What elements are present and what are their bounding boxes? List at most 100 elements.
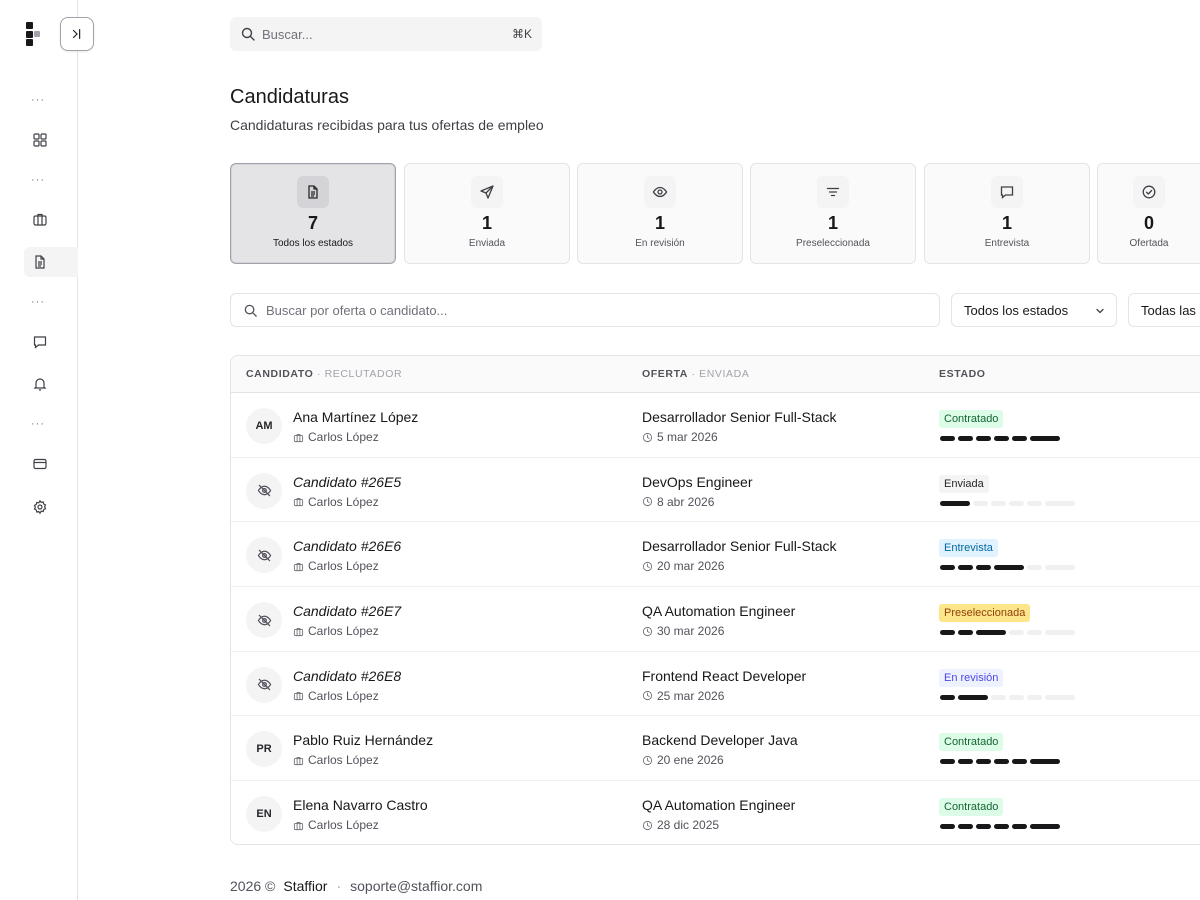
table-row[interactable]: EN Elena Navarro Castro Carlos López QA Aut… [231, 781, 1200, 844]
sidebar-item-messages[interactable] [24, 327, 78, 357]
chevron-down-icon [1096, 308, 1104, 314]
recruiter: Carlos López [293, 495, 379, 509]
clock-icon [642, 691, 653, 701]
stat-card-sent[interactable]: 1 Enviada [404, 163, 570, 264]
status-progress [940, 500, 1075, 506]
candidate-name[interactable]: Candidato #26E7 [293, 603, 401, 619]
progress-segment [940, 694, 955, 700]
gear-icon [33, 499, 47, 515]
progress-segment [1030, 824, 1060, 830]
status-badge: Preseleccionada [939, 604, 1031, 623]
progress-segment [1009, 694, 1024, 700]
column-header-candidate[interactable]: CANDIDATO · RECLUTADOR [246, 368, 402, 380]
progress-segment [976, 824, 991, 830]
sidebar-section-dots: ··· [31, 94, 45, 106]
offer-title[interactable]: Frontend React Developer [642, 668, 806, 684]
sidebar-item-jobs[interactable] [24, 204, 78, 234]
sidebar-item-dashboard[interactable] [24, 125, 78, 155]
sidebar-toggle-button[interactable] [60, 17, 94, 51]
stat-card-offered[interactable]: 0 Ofertada [1097, 163, 1200, 264]
global-search-placeholder: Buscar... [262, 26, 313, 42]
stat-card-interview[interactable]: 1 Entrevista [924, 163, 1090, 264]
progress-segment [1027, 565, 1042, 571]
footer-email-link[interactable]: soporte@staffior.com [350, 878, 482, 894]
candidate-name[interactable]: Candidato #26E5 [293, 474, 401, 490]
progress-segment [1027, 500, 1042, 506]
column-header-offer[interactable]: OFERTA · ENVIADA [642, 368, 749, 380]
stat-label: En revisión [635, 238, 685, 249]
stat-label: Todos los estados [272, 238, 354, 249]
status-badge: Enviada [939, 474, 989, 493]
table-body: AM Ana Martínez López Carlos López Desarrol… [231, 393, 1200, 844]
status-progress [940, 436, 1060, 441]
table-row[interactable]: Candidato #26E6 Carlos López Desarrollador… [231, 522, 1200, 588]
table-row[interactable]: Candidato #26E5 Carlos López DevOps Engine… [231, 458, 1200, 523]
stat-card-all[interactable]: 7 Todos los estados [230, 163, 396, 264]
progress-segment [1012, 759, 1027, 765]
global-search[interactable]: Buscar... ⌘K [230, 17, 542, 51]
send-icon [480, 185, 494, 199]
candidate-name[interactable]: Elena Navarro Castro [293, 797, 428, 813]
avatar: PR [246, 731, 282, 768]
message-icon [33, 336, 47, 349]
offer-title[interactable]: DevOps Engineer [642, 474, 753, 490]
offer-title[interactable]: Desarrollador Senior Full-Stack [642, 409, 837, 425]
briefcase-icon [293, 433, 304, 442]
footer-brand[interactable]: Staffior [283, 878, 327, 894]
status-badge: Contratado [939, 733, 1004, 752]
sidebar-item-settings[interactable] [24, 492, 78, 522]
sidebar-item-notifications[interactable] [24, 369, 78, 399]
progress-segment [1045, 630, 1075, 636]
table-row[interactable]: Candidato #26E7 Carlos López QA Automation… [231, 587, 1200, 652]
stat-card-shortlisted[interactable]: 1 Preseleccionada [750, 163, 916, 264]
stat-label: Ofertada [1129, 238, 1169, 249]
progress-segment [976, 630, 1006, 636]
progress-segment [1045, 565, 1075, 571]
search-shortcut: ⌘K [511, 27, 532, 41]
status-progress [940, 759, 1060, 765]
stat-count: 0 [1143, 213, 1154, 233]
offer-filter-value: Todas las [1141, 302, 1196, 318]
offer-title[interactable]: QA Automation Engineer [642, 603, 795, 619]
sidebar-item-billing[interactable] [24, 449, 78, 479]
offer-title[interactable]: Desarrollador Senior Full-Stack [642, 538, 837, 554]
stat-card-review[interactable]: 1 En revisión [577, 163, 743, 264]
progress-segment [976, 565, 991, 571]
candidate-name[interactable]: Candidato #26E6 [293, 538, 401, 554]
table-row[interactable]: AM Ana Martínez López Carlos López Desarrol… [231, 393, 1200, 458]
recruiter: Carlos López [293, 624, 379, 638]
table-row[interactable]: PR Pablo Ruiz Hernández Carlos López Backen… [231, 716, 1200, 782]
candidate-name[interactable]: Pablo Ruiz Hernández [293, 732, 433, 748]
sidebar-section-dots: ··· [31, 174, 45, 186]
progress-segment [1030, 759, 1060, 765]
progress-segment [958, 759, 973, 765]
status-progress [940, 565, 1075, 571]
progress-segment [940, 500, 970, 506]
bell-icon [33, 378, 47, 391]
status-filter-select[interactable]: Todos los estados [951, 293, 1117, 327]
progress-segment [940, 824, 955, 830]
sent-date: 20 mar 2026 [642, 559, 724, 573]
progress-segment [1027, 694, 1042, 700]
search-icon [241, 27, 255, 41]
progress-segment [958, 694, 988, 700]
offer-title[interactable]: Backend Developer Java [642, 732, 798, 748]
check-circle-icon [1142, 185, 1156, 199]
progress-segment [940, 565, 955, 571]
stat-label: Enviada [468, 238, 506, 249]
candidate-name[interactable]: Candidato #26E8 [293, 668, 401, 684]
offer-title[interactable]: QA Automation Engineer [642, 797, 795, 813]
progress-segment [994, 436, 1009, 441]
message-icon [1000, 186, 1014, 199]
column-header-status[interactable]: ESTADO [939, 368, 986, 380]
progress-segment [1045, 694, 1075, 700]
progress-segment [958, 565, 973, 571]
briefcase-icon [293, 498, 304, 507]
applications-search-input[interactable]: Buscar por oferta o candidato... [230, 293, 940, 327]
sidebar-item-applications[interactable] [24, 247, 78, 277]
offer-filter-select[interactable]: Todas las [1128, 293, 1200, 327]
sent-date: 30 mar 2026 [642, 624, 724, 638]
table-row[interactable]: Candidato #26E8 Carlos López Frontend Reac… [231, 652, 1200, 717]
candidate-name[interactable]: Ana Martínez López [293, 409, 418, 425]
sent-date: 8 abr 2026 [642, 495, 714, 509]
